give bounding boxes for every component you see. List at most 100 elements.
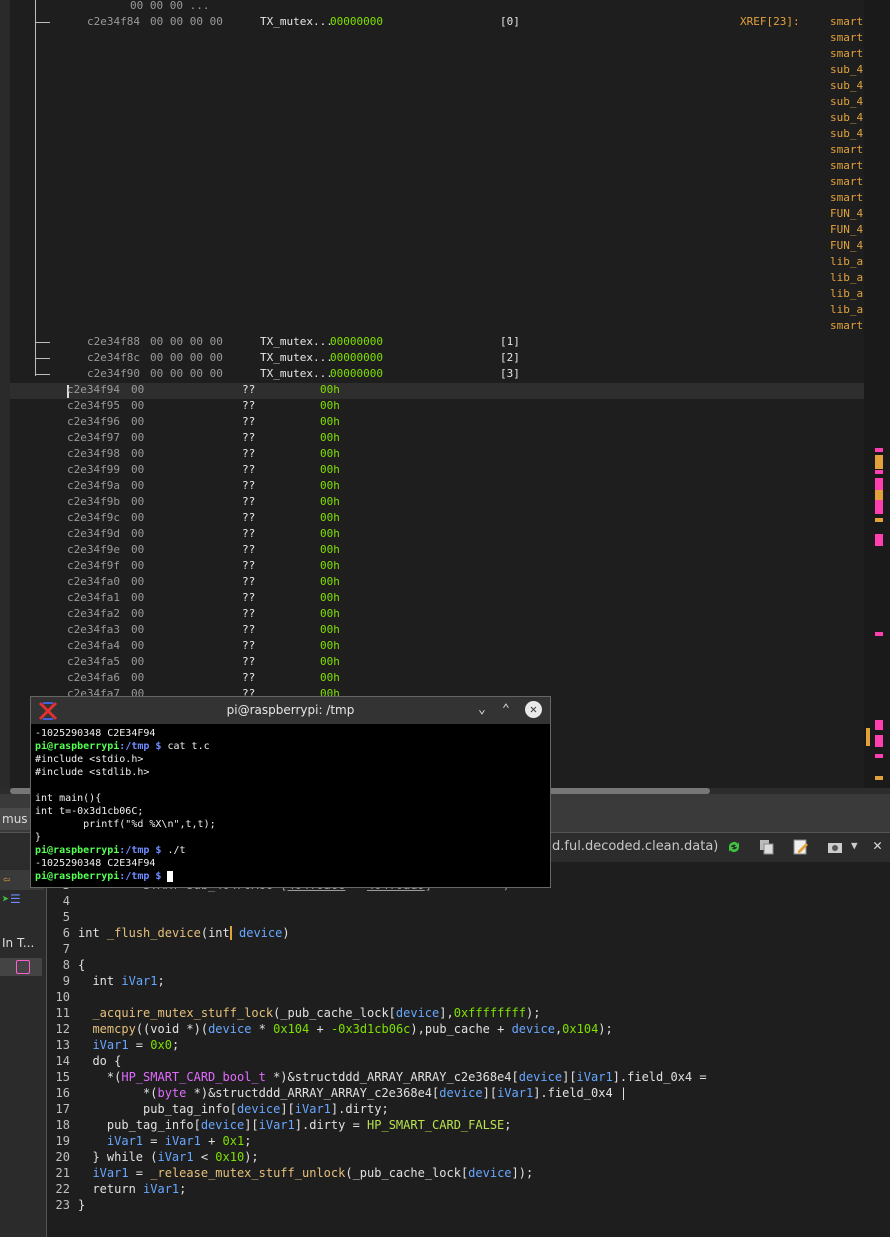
- xref-item[interactable]: lib_a: [830, 286, 863, 302]
- dropdown-icon[interactable]: ▼: [851, 839, 867, 855]
- byte-operand: 00h: [320, 575, 340, 588]
- xref-item[interactable]: lib_a: [830, 254, 863, 270]
- struct-address: c2e34f90: [87, 367, 140, 380]
- byte-mnemonic: ??: [242, 511, 256, 524]
- snapshot-icon[interactable]: [827, 839, 843, 855]
- line-number: 13: [55, 1038, 70, 1052]
- byte-mnemonic: ??: [242, 543, 256, 556]
- struct-index: [3]: [500, 367, 520, 380]
- xref-item[interactable]: smart: [830, 190, 863, 206]
- xref-item[interactable]: lib_a: [830, 270, 863, 286]
- struct-value: 00000000: [330, 335, 383, 348]
- byte-operand: 00h: [320, 463, 340, 476]
- go-icon[interactable]: ➤: [2, 892, 9, 906]
- tree-branch: [35, 374, 50, 375]
- xref-item[interactable]: smart: [830, 158, 863, 174]
- listing-margin: [0, 0, 10, 790]
- byte-mnemonic: ??: [242, 623, 256, 636]
- byte-operand: 00h: [320, 383, 340, 396]
- scroll-position-marker[interactable]: [866, 728, 870, 746]
- back-icon[interactable]: ⇦: [3, 872, 10, 886]
- byte-operand: 00h: [320, 671, 340, 684]
- maximize-icon[interactable]: ⌃: [502, 702, 510, 717]
- xref-item[interactable]: smart: [830, 14, 863, 30]
- struct-label: TX_mutex...: [260, 15, 333, 28]
- xref-item[interactable]: smart: [830, 46, 863, 62]
- source-line: int t=-0x3d1cb06C;: [35, 806, 144, 817]
- marker[interactable]: [875, 776, 883, 780]
- xref-item[interactable]: sub_4: [830, 126, 863, 142]
- byte-value: 00: [131, 671, 145, 684]
- struct-index: [1]: [500, 335, 520, 348]
- byte-address: c2e34fa6: [67, 671, 120, 684]
- marker[interactable]: [875, 534, 883, 546]
- tree-branch: [35, 358, 50, 359]
- xref-item[interactable]: smart: [830, 318, 863, 334]
- marker[interactable]: [875, 455, 883, 469]
- marker[interactable]: [875, 518, 883, 522]
- terminal-prompt-line: pi@raspberrypi:/tmp $ cat t.c: [35, 741, 210, 752]
- tab-partial[interactable]: mus: [0, 808, 30, 830]
- byte-address: c2e34fa0: [67, 575, 120, 588]
- xref-item[interactable]: sub_4: [830, 110, 863, 126]
- code-line-13: do {: [78, 1054, 122, 1068]
- byte-mnemonic: ??: [242, 575, 256, 588]
- terminal-titlebar[interactable]: pi@raspberrypi: /tmp ⌄ ⌃ ✕: [31, 697, 550, 724]
- byte-operand: 00h: [320, 559, 340, 572]
- terminal-prompt-line[interactable]: pi@raspberrypi:/tmp $: [35, 870, 174, 883]
- byte-mnemonic: ??: [242, 527, 256, 540]
- struct-address: c2e34f88: [87, 335, 140, 348]
- decompiler-code[interactable]: 234567891011121314151617181920212223 ---…: [48, 862, 890, 1237]
- byte-address: c2e34f9c: [67, 511, 120, 524]
- xref-item[interactable]: smart: [830, 174, 863, 190]
- list-icon[interactable]: ☰: [10, 892, 21, 906]
- byte-value: 00: [131, 399, 145, 412]
- struct-bytes: 00 00 00 00: [150, 351, 223, 364]
- byte-mnemonic: ??: [242, 607, 256, 620]
- code-line-12: iVar1 = 0x0;: [92, 1038, 180, 1052]
- byte-address: c2e34f94: [67, 383, 120, 396]
- marker[interactable]: [875, 720, 883, 730]
- code-line-10: _acquire_mutex_stuff_lock(_pub_cache_loc…: [92, 1006, 541, 1020]
- refresh-icon[interactable]: [726, 839, 742, 855]
- marker[interactable]: [875, 490, 883, 500]
- byte-mnemonic: ??: [242, 431, 256, 444]
- selected-row[interactable]: [0, 958, 42, 976]
- byte-value: 00: [131, 607, 145, 620]
- checkbox-icon[interactable]: [16, 960, 30, 974]
- close-icon[interactable]: ✕: [525, 701, 542, 718]
- marker[interactable]: [875, 735, 883, 747]
- code-line-11: memcpy((void *)(device * 0x104 + -0x3d1c…: [92, 1022, 613, 1036]
- byte-operand: 00h: [320, 415, 340, 428]
- xref-item[interactable]: FUN_4: [830, 206, 863, 222]
- terminal-prompt-line: pi@raspberrypi:/tmp $ ./t: [35, 845, 186, 856]
- marker[interactable]: [875, 754, 883, 758]
- byte-operand: 00h: [320, 527, 340, 540]
- marker[interactable]: [875, 470, 883, 474]
- minimize-icon[interactable]: ⌄: [478, 702, 486, 717]
- byte-operand: 00h: [320, 655, 340, 668]
- byte-operand: 00h: [320, 447, 340, 460]
- xref-item[interactable]: smart: [830, 30, 863, 46]
- xref-item[interactable]: sub_4: [830, 94, 863, 110]
- line-number: 7: [62, 942, 70, 956]
- line-number: 21: [55, 1166, 70, 1180]
- byte-value: 00: [131, 447, 145, 460]
- terminal-window[interactable]: pi@raspberrypi: /tmp ⌄ ⌃ ✕ -1025290348 C…: [30, 696, 551, 888]
- xref-item[interactable]: FUN_4: [830, 222, 863, 238]
- close-icon[interactable]: ✕: [873, 836, 889, 854]
- xref-item[interactable]: FUN_4: [830, 238, 863, 254]
- xref-item[interactable]: sub_4: [830, 78, 863, 94]
- xref-item[interactable]: sub_4: [830, 62, 863, 78]
- edit-function-icon[interactable]: [793, 839, 809, 855]
- overview-bar[interactable]: [864, 0, 890, 790]
- xref-item[interactable]: smart: [830, 142, 863, 158]
- byte-operand: 00h: [320, 479, 340, 492]
- copy-icon[interactable]: [759, 839, 775, 855]
- line-number: 5: [62, 910, 70, 924]
- byte-address: c2e34f96: [67, 415, 120, 428]
- xref-item[interactable]: lib_a: [830, 302, 863, 318]
- marker[interactable]: [875, 448, 883, 452]
- marker[interactable]: [875, 632, 883, 636]
- byte-operand: 00h: [320, 623, 340, 636]
